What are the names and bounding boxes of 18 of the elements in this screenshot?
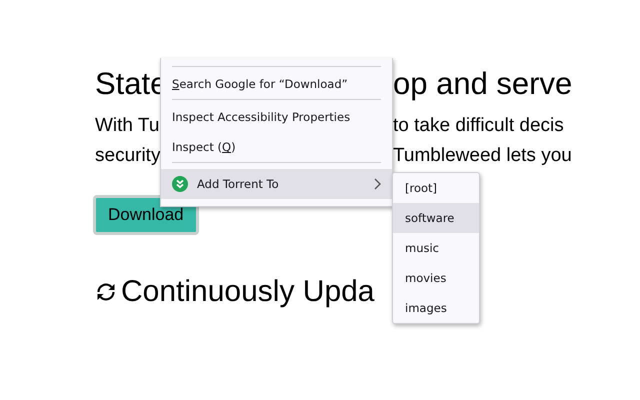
menu-item[interactable]: Inspect Accessibility Properties (161, 102, 392, 132)
menu-item[interactable]: Add Torrent To (161, 169, 392, 199)
paragraph-text: security (95, 144, 160, 168)
menu-item[interactable]: music (393, 233, 479, 263)
menu-item[interactable]: [root] (393, 173, 479, 203)
heading-text: op and serve (393, 65, 572, 103)
section-heading: Continuously Upda (121, 275, 374, 309)
menu-item[interactable]: movies (393, 263, 479, 293)
menu-item[interactable]: images (393, 293, 479, 323)
paragraph-text: to take difficult decis (393, 114, 564, 138)
chevron-right-icon (374, 178, 381, 190)
refresh-icon (95, 281, 117, 303)
paragraph-text: With Tu (95, 114, 160, 138)
menu-item[interactable]: Search Google for “Download” (161, 69, 392, 99)
menu-item[interactable]: software (393, 203, 479, 233)
menu-item[interactable]: Inspect (Q) (161, 132, 392, 162)
paragraph-text: Tumbleweed lets you (393, 144, 572, 168)
chevrons-down-icon (172, 176, 188, 192)
